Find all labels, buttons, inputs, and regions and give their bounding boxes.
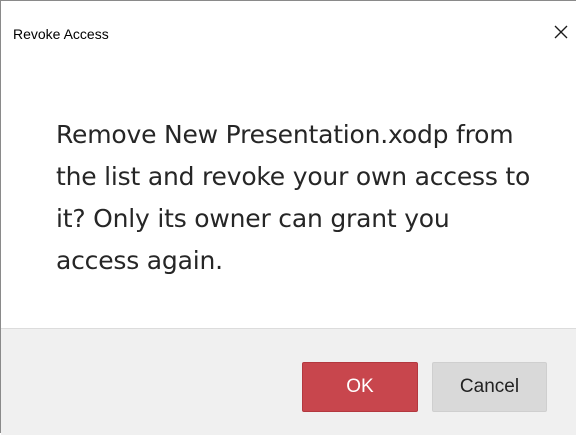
ok-button[interactable]: OK bbox=[302, 362, 418, 412]
close-icon[interactable] bbox=[550, 21, 572, 43]
dialog-titlebar: Revoke Access bbox=[1, 1, 576, 67]
dialog-message: Remove New Presentation.xodp from the li… bbox=[56, 120, 531, 275]
cancel-button[interactable]: Cancel bbox=[432, 362, 547, 412]
dialog-footer: OK Cancel bbox=[1, 328, 576, 435]
dialog-title: Revoke Access bbox=[13, 26, 109, 42]
revoke-access-dialog: Revoke Access Remove New Presentation.xo… bbox=[0, 0, 576, 435]
